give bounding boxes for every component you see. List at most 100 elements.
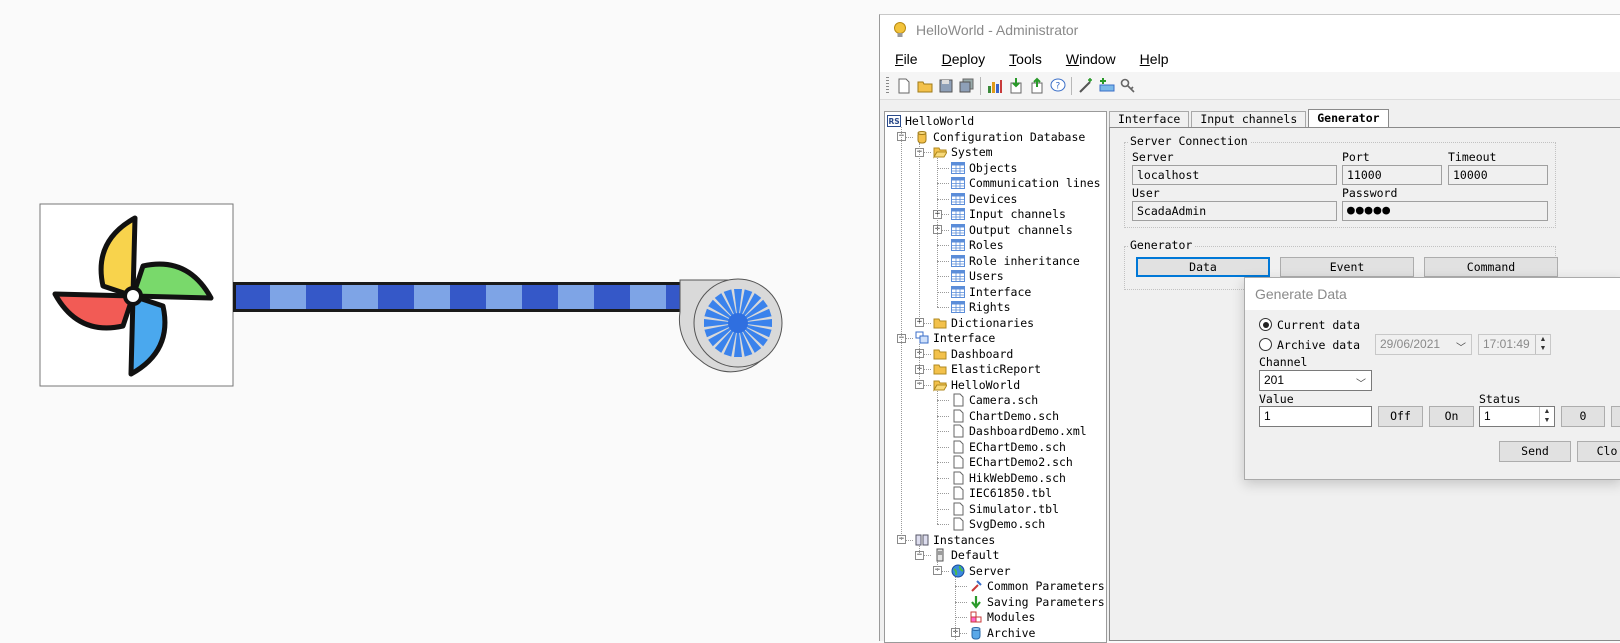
user-label: User	[1132, 186, 1160, 200]
tree-item-archive[interactable]: Archive	[969, 625, 1035, 641]
password-field[interactable]: ●●●●●	[1342, 201, 1548, 221]
tree-system[interactable]: System	[933, 144, 993, 160]
tree-item-interface[interactable]: Interface	[951, 284, 1031, 300]
server-connection-title: Server Connection	[1128, 134, 1250, 148]
file-icon	[951, 393, 965, 407]
tree-guide	[937, 561, 938, 571]
tree-item-output-channels[interactable]: Output channels	[951, 222, 1073, 238]
tree-item-communication-lines[interactable]: Communication lines	[951, 175, 1101, 191]
current-data-label[interactable]: Current data	[1277, 318, 1360, 332]
chart-icon[interactable]	[984, 76, 1005, 96]
tree-config-db[interactable]: Configuration Database	[915, 129, 1085, 145]
current-data-radio[interactable]	[1259, 318, 1272, 331]
menu-help[interactable]: Help	[1128, 51, 1181, 67]
new-file-icon[interactable]	[893, 76, 914, 96]
archive-data-label[interactable]: Archive data	[1277, 338, 1360, 352]
tree-file[interactable]: EChartDemo.sch	[951, 439, 1066, 455]
send-button[interactable]: Send	[1499, 441, 1571, 462]
tree-item-saving-parameters[interactable]: Saving Parameters	[969, 594, 1105, 610]
tab-interface[interactable]: Interface	[1109, 111, 1190, 127]
menu-deploy[interactable]: Deploy	[930, 51, 998, 67]
status-extra-button[interactable]	[1611, 406, 1620, 427]
tab-input-channels[interactable]: Input channels	[1191, 111, 1307, 127]
server-field[interactable]: localhost	[1132, 165, 1337, 185]
close-button[interactable]: Clo	[1577, 441, 1620, 462]
tree-guide	[937, 415, 949, 417]
tree-helloworld-folder[interactable]: HelloWorld	[933, 377, 1020, 393]
tree-dashboard[interactable]: Dashboard	[933, 346, 1013, 362]
status-zero-button[interactable]: 0	[1561, 406, 1605, 427]
tree-item-common-parameters[interactable]: Common Parameters	[969, 578, 1105, 594]
tree-elasticreport[interactable]: ElasticReport	[933, 361, 1041, 377]
tree-file[interactable]: SvgDemo.sch	[951, 516, 1045, 532]
folder-icon	[933, 362, 947, 376]
tree-file[interactable]: DashboardDemo.xml	[951, 423, 1087, 439]
tree-server[interactable]: Server	[951, 563, 1011, 579]
menu-window[interactable]: Window	[1054, 51, 1128, 67]
user-field[interactable]: ScadaAdmin	[1132, 201, 1337, 221]
event-button[interactable]: Event	[1280, 257, 1414, 277]
status-label: Status	[1479, 392, 1521, 406]
export-icon[interactable]	[1026, 76, 1047, 96]
wand-icon[interactable]	[1075, 76, 1096, 96]
table-icon	[951, 238, 965, 252]
status-spinner[interactable]: 1 ▲ ▼	[1479, 406, 1555, 427]
save-icon[interactable]	[935, 76, 956, 96]
add-line-icon[interactable]	[1096, 76, 1117, 96]
channel-select[interactable]: 201 ﹀	[1259, 370, 1372, 391]
tree-guide	[937, 400, 949, 401]
help-bubble-icon[interactable]: ?	[1047, 76, 1068, 96]
tree-file[interactable]: EChartDemo2.sch	[951, 454, 1073, 470]
tree-file[interactable]: HikWebDemo.sch	[951, 470, 1066, 486]
value-input[interactable]: 1	[1259, 406, 1372, 427]
menu-file[interactable]: File	[880, 51, 930, 67]
tree-item-rights[interactable]: Rights	[951, 299, 1011, 315]
tree-file[interactable]: IEC61850.tbl	[951, 485, 1052, 501]
lightbulb-icon	[894, 22, 906, 37]
save-all-icon[interactable]	[956, 76, 977, 96]
tree-dictionaries[interactable]: Dictionaries	[933, 315, 1034, 331]
menu-tools[interactable]: Tools	[997, 51, 1054, 67]
explorer-tree[interactable]: RS HelloWorld Configuration Database − Syste…	[884, 111, 1107, 643]
spinner-icon[interactable]: ▲ ▼	[1539, 407, 1554, 426]
spinner-icon[interactable]: ▲ ▼	[1535, 335, 1550, 354]
tree-file[interactable]: Camera.sch	[951, 392, 1038, 408]
tree-item-users[interactable]: Users	[951, 268, 1004, 284]
open-folder-icon[interactable]	[914, 76, 935, 96]
tree-guide	[937, 276, 949, 277]
globe-icon	[951, 564, 965, 578]
port-field[interactable]: 11000	[1342, 165, 1442, 185]
command-button[interactable]: Command	[1424, 257, 1558, 277]
tree-interface[interactable]: Interface	[915, 330, 995, 346]
timeout-label: Timeout	[1448, 150, 1497, 164]
tree-item-roles[interactable]: Roles	[951, 237, 1004, 253]
archive-data-radio[interactable]	[1259, 338, 1272, 351]
tree-item-role-inheritance[interactable]: Role inheritance	[951, 253, 1080, 269]
tree-default[interactable]: Default	[933, 547, 999, 563]
tree-instances[interactable]: Instances	[915, 532, 995, 548]
table-icon	[951, 285, 965, 299]
tree-item-modules[interactable]: Modules	[969, 609, 1035, 625]
tab-generator[interactable]: Generator	[1308, 109, 1389, 127]
file-icon	[951, 517, 965, 531]
tree-guide	[937, 291, 949, 293]
on-button[interactable]: On	[1429, 406, 1474, 427]
title-bar: HelloWorld - Administrator	[880, 15, 1620, 45]
tree-file[interactable]: Simulator.tbl	[951, 501, 1059, 517]
generator-title: Generator	[1128, 238, 1195, 252]
table-icon	[951, 161, 965, 175]
tree-guide	[955, 617, 967, 618]
tree-item-devices[interactable]: Devices	[951, 191, 1017, 207]
port-label: Port	[1342, 150, 1370, 164]
toolbar-grip[interactable]	[886, 76, 889, 95]
data-button[interactable]: Data	[1136, 257, 1270, 277]
timeout-field[interactable]: 10000	[1448, 165, 1548, 185]
off-button[interactable]: Off	[1378, 406, 1423, 427]
import-icon[interactable]	[1005, 76, 1026, 96]
archive-time-picker[interactable]: 17:01:49 ▲ ▼	[1478, 334, 1551, 355]
tree-item-objects[interactable]: Objects	[951, 160, 1017, 176]
archive-date-picker[interactable]: 29/06/2021 ﹀	[1375, 334, 1472, 355]
tree-file[interactable]: ChartDemo.sch	[951, 408, 1059, 424]
tree-item-input-channels[interactable]: Input channels	[951, 206, 1066, 222]
key-icon[interactable]	[1117, 76, 1138, 96]
